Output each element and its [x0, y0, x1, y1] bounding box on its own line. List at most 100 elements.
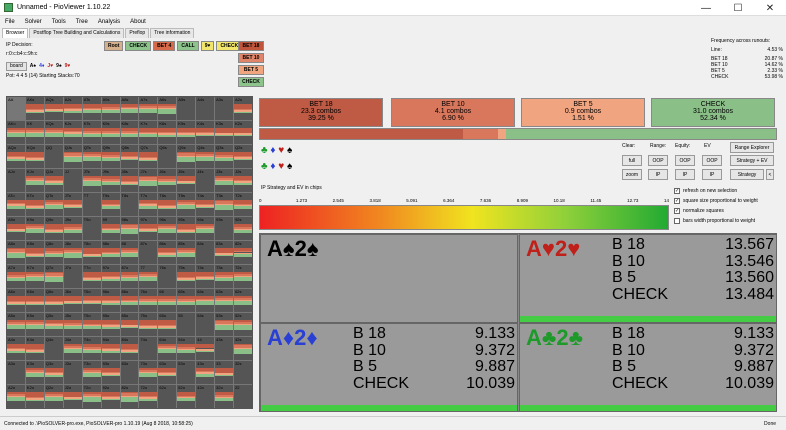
hand-cell[interactable]: T2o — [82, 385, 101, 408]
ev-ip-button[interactable]: IP — [702, 169, 722, 180]
hand-cell[interactable]: 94o — [101, 337, 120, 360]
hand-cell[interactable]: TT — [82, 193, 101, 216]
hand-cell[interactable]: 93s — [215, 217, 234, 240]
hand-cell[interactable]: A3s — [215, 97, 234, 120]
hand-cell[interactable]: K9s — [101, 121, 120, 144]
hand-cell[interactable]: AJo — [7, 169, 25, 192]
hand-cell[interactable]: J2o — [63, 385, 82, 408]
hand-cell[interactable]: 85s — [177, 241, 196, 264]
combo-box[interactable]: A♠2♠ — [260, 234, 518, 323]
option-checkbox[interactable]: bars width proportional to weight — [674, 216, 758, 226]
hand-cell[interactable]: KTs — [82, 121, 101, 144]
hand-cell[interactable]: K6s — [158, 121, 177, 144]
hand-cell[interactable]: Q3s — [215, 145, 234, 168]
hand-cell[interactable]: T2s — [234, 193, 252, 216]
hand-cell[interactable]: K7s — [139, 121, 158, 144]
club-icon[interactable]: ♣ — [261, 161, 268, 172]
hand-cell[interactable]: T4s — [196, 193, 215, 216]
line-button[interactable]: CHECK — [125, 41, 152, 51]
hand-cell[interactable]: Q4o — [44, 337, 63, 360]
hand-cell[interactable]: 33 — [215, 361, 234, 384]
combo-box[interactable]: A♣2♣ B 18 9.133 B 10 9.372 B 5 9.887 CHECK 10.03… — [519, 323, 777, 412]
hand-cell[interactable]: 94s — [196, 217, 215, 240]
action-box[interactable]: BET 5 0.9 combos 1.51 % — [521, 98, 645, 127]
hand-cell[interactable]: T4o — [82, 337, 101, 360]
hand-cell[interactable]: 73o — [139, 361, 158, 384]
option-checkbox[interactable]: ✓ refresh on new selection — [674, 186, 758, 196]
hand-cell[interactable]: T5s — [177, 193, 196, 216]
tab-preflop[interactable]: Preflop — [125, 28, 150, 38]
checkbox-box[interactable]: ✓ — [674, 208, 680, 214]
hand-cell[interactable]: 54s — [196, 313, 215, 336]
hand-cell[interactable]: J5o — [63, 313, 82, 336]
menu-tree[interactable]: Tree — [71, 19, 93, 25]
equity-ip-button[interactable]: IP — [675, 169, 695, 180]
hand-cell[interactable]: 95s — [177, 217, 196, 240]
hand-cell[interactable]: 72s — [234, 265, 252, 288]
hand-cell[interactable]: 99 — [101, 217, 120, 240]
range-ip-button[interactable]: IP — [648, 169, 668, 180]
hand-cell[interactable]: A7s — [139, 97, 158, 120]
checkbox-box[interactable]: ✓ — [674, 198, 680, 204]
hand-cell[interactable]: Q7s — [139, 145, 158, 168]
menu-tools[interactable]: Tools — [47, 19, 71, 25]
checkbox-box[interactable]: ✓ — [674, 188, 680, 194]
hand-cell[interactable]: J8s — [120, 169, 139, 192]
close-button[interactable]: ✕ — [756, 0, 784, 16]
hand-cell[interactable]: 87o — [120, 265, 139, 288]
hand-cell[interactable]: J3o — [63, 361, 82, 384]
hand-cell[interactable]: K4s — [196, 121, 215, 144]
checkbox-box[interactable] — [674, 218, 680, 224]
hand-cell[interactable]: 72o — [139, 385, 158, 408]
option-checkbox[interactable]: ✓ normalize squares — [674, 206, 758, 216]
hand-cell[interactable]: J4o — [63, 337, 82, 360]
hand-cell[interactable]: T6o — [82, 289, 101, 312]
hand-cell[interactable]: 92o — [101, 385, 120, 408]
hand-cell[interactable]: Q6s — [158, 145, 177, 168]
hand-cell[interactable]: AJs — [63, 97, 82, 120]
hand-cell[interactable]: A9s — [101, 97, 120, 120]
hand-cell[interactable]: 76s — [158, 265, 177, 288]
hand-cell[interactable]: A8o — [7, 241, 25, 264]
hand-cell[interactable]: 53o — [177, 361, 196, 384]
stack-button[interactable]: BET 5 — [238, 65, 264, 75]
hand-cell[interactable]: J6o — [63, 289, 82, 312]
hand-cell[interactable]: K6o — [25, 289, 44, 312]
hand-cell[interactable]: AA — [7, 97, 25, 120]
hand-cell[interactable]: T9s — [101, 193, 120, 216]
hand-cell[interactable]: Q8o — [44, 241, 63, 264]
tab-browser[interactable]: Browser — [2, 28, 29, 38]
hand-cell[interactable]: ATo — [7, 193, 25, 216]
hand-cell[interactable]: T3s — [215, 193, 234, 216]
menu-analysis[interactable]: Analysis — [93, 19, 125, 25]
hand-cell[interactable]: K2o — [25, 385, 44, 408]
option-checkbox[interactable]: ✓ square size proportional to weight — [674, 196, 758, 206]
hand-cell[interactable]: Q4s — [196, 145, 215, 168]
hand-cell[interactable]: K5s — [177, 121, 196, 144]
hand-cell[interactable]: Q2o — [44, 385, 63, 408]
hand-cell[interactable]: A5o — [7, 313, 25, 336]
hand-cell[interactable]: 86s — [158, 241, 177, 264]
hand-cell[interactable]: Q5o — [44, 313, 63, 336]
stack-button[interactable]: BET 18 — [238, 41, 264, 51]
action-box[interactable]: BET 10 4.1 combos 6.90 % — [391, 98, 515, 127]
tab-postflop[interactable]: Postflop Tree Building and Calculations — [29, 28, 125, 38]
hand-cell[interactable]: KJs — [63, 121, 82, 144]
hand-cell[interactable]: 75o — [139, 313, 158, 336]
board-button[interactable]: board — [6, 62, 27, 71]
hand-cell[interactable]: 96o — [101, 289, 120, 312]
hand-cell[interactable]: 54o — [177, 337, 196, 360]
diamond-icon[interactable]: ♦ — [270, 161, 275, 172]
hand-cell[interactable]: 55 — [177, 313, 196, 336]
hand-cell[interactable]: 53s — [215, 313, 234, 336]
hand-cell[interactable]: A4s — [196, 97, 215, 120]
hand-cell[interactable]: A9o — [7, 217, 25, 240]
hand-cell[interactable]: J6s — [158, 169, 177, 192]
hand-cell[interactable]: K9o — [25, 217, 44, 240]
hand-cell[interactable]: 43o — [196, 361, 215, 384]
range-explorer-button[interactable]: Range Explorer — [730, 142, 774, 153]
hand-cell[interactable]: KQs — [44, 121, 63, 144]
hand-cell[interactable]: QTo — [44, 193, 63, 216]
hand-cell[interactable]: J4s — [196, 169, 215, 192]
combo-box[interactable]: A♦2♦ B 18 9.133 B 10 9.372 B 5 9.887 CHECK 10.03… — [260, 323, 518, 412]
